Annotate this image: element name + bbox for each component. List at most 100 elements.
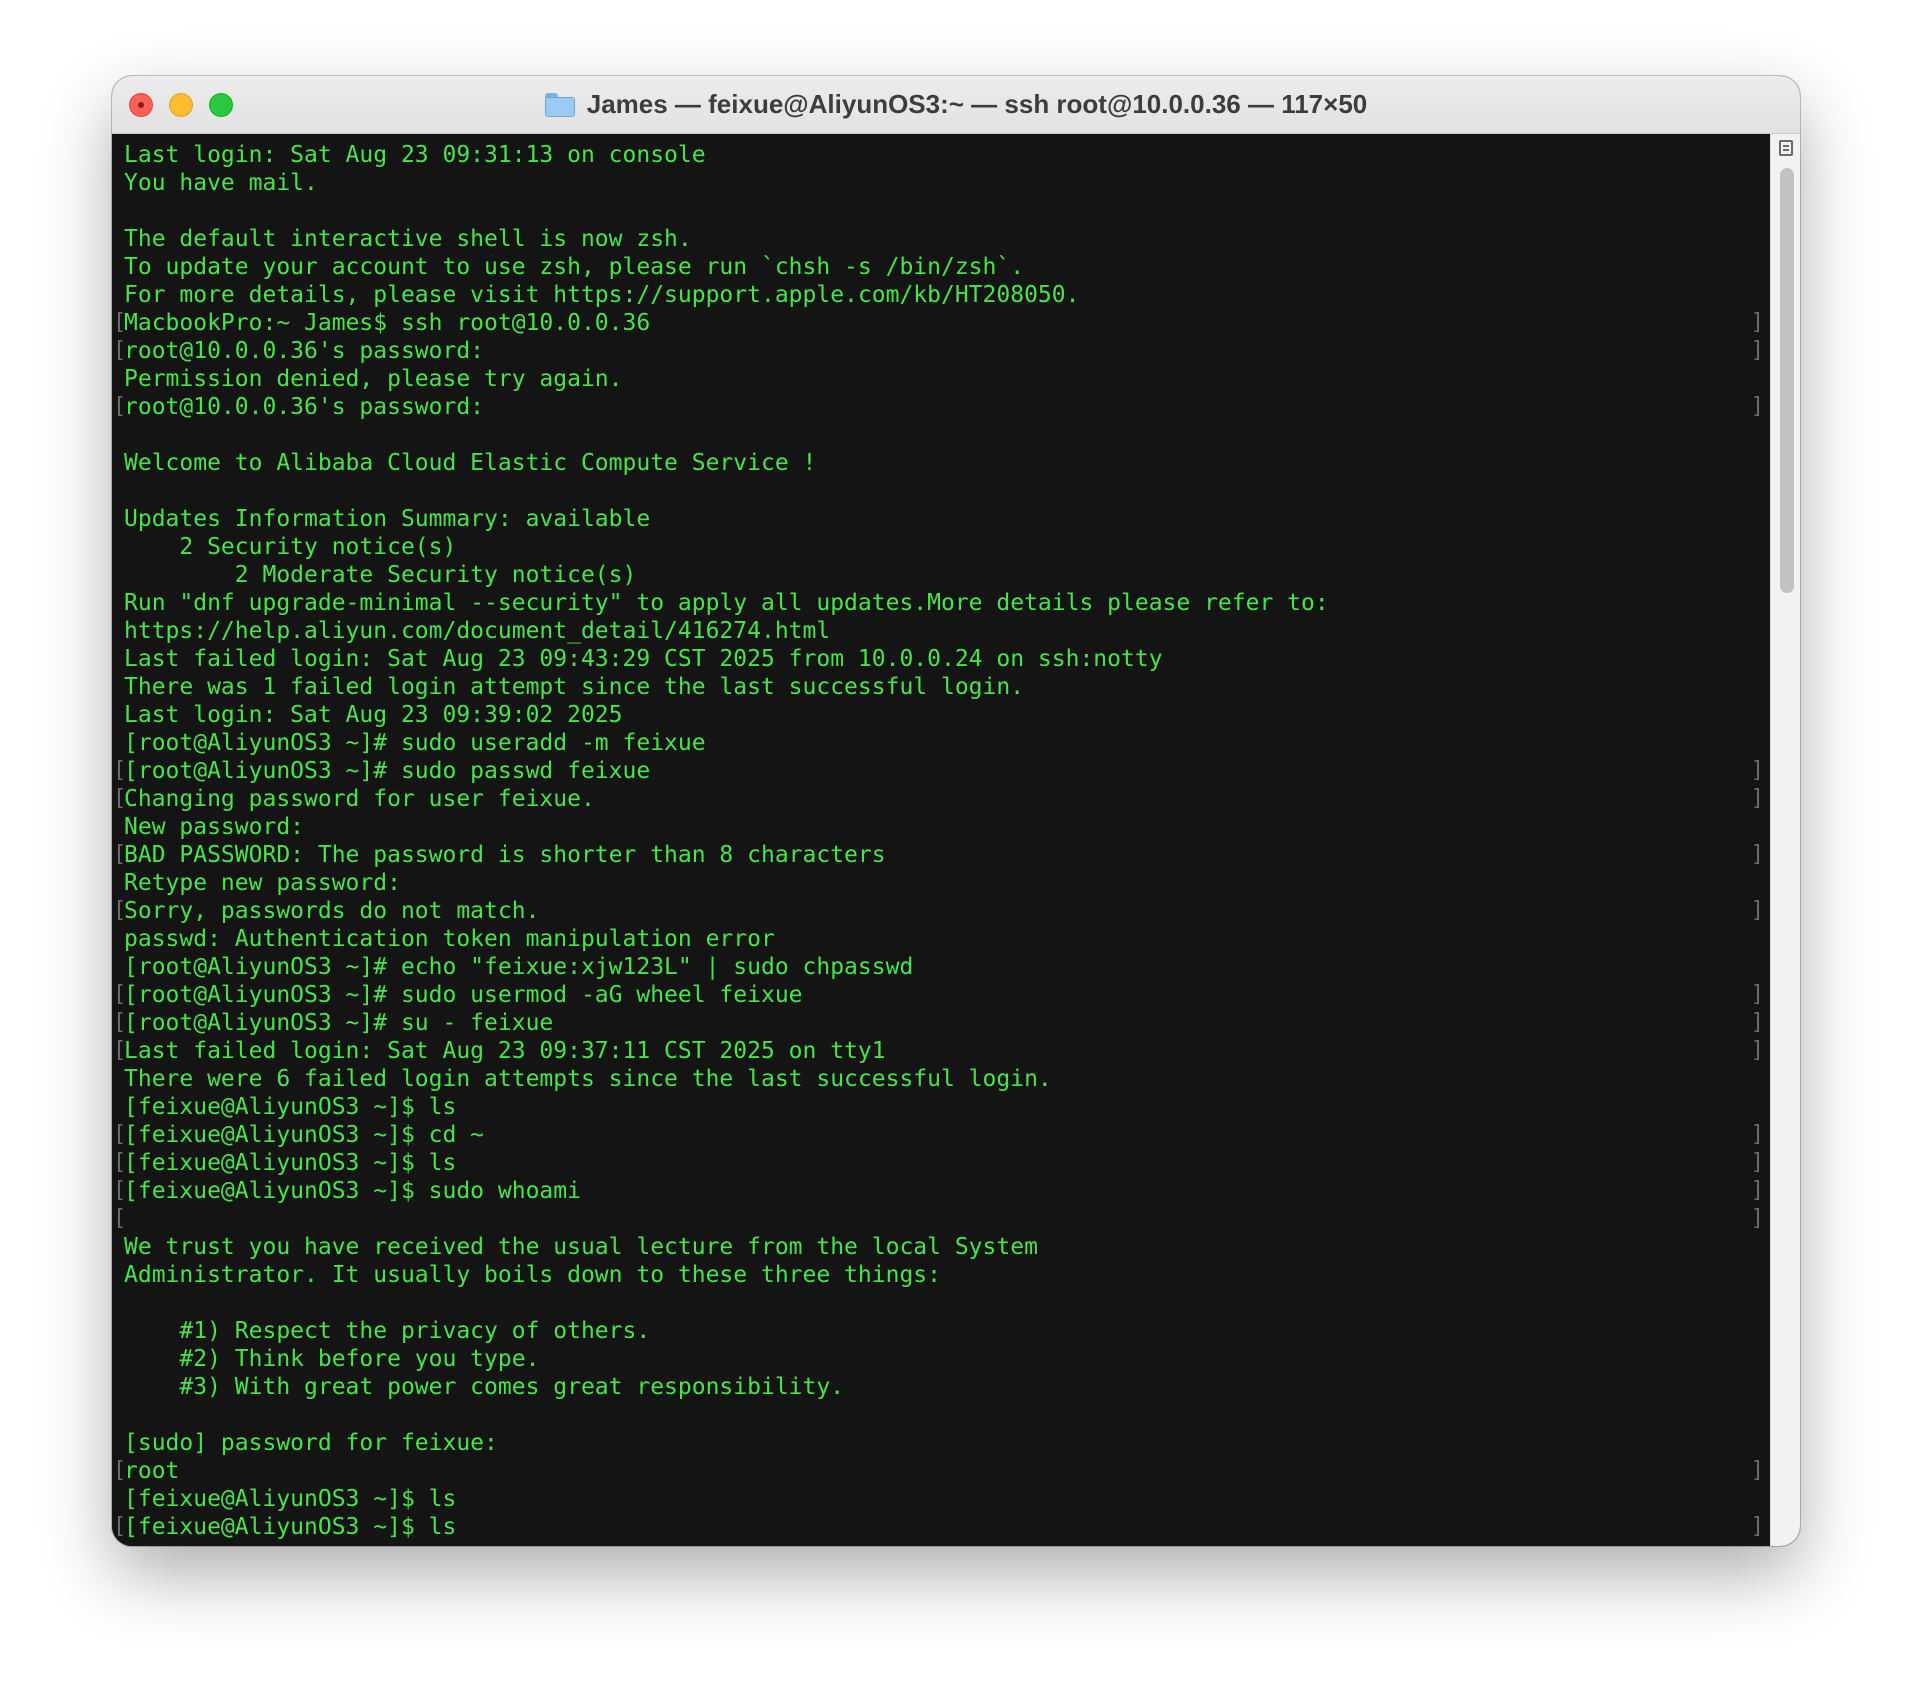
terminal-line-text: Administrator. It usually boils down to … [124,1262,941,1288]
terminal-line: [] [root@AliyunOS3 ~]# sudo usermod -aG w… [113,981,1764,1009]
terminal-line-text: [root@AliyunOS3 ~]# sudo useradd -m feix… [124,730,706,756]
terminal-line-text [122,1290,124,1316]
mark-bracket-left: [ [113,842,127,867]
mark-bracket-right: ] [1750,786,1764,811]
title-bar[interactable]: James — feixue@AliyunOS3:~ — ssh root@10… [112,76,1800,134]
terminal-line: [] [root@AliyunOS3 ~]# sudo passwd feixue [113,757,1764,785]
terminal-line-text: Sorry, passwords do not match. [124,898,540,924]
terminal-line: [] [113,1205,1764,1233]
terminal-line-text: Last failed login: Sat Aug 23 09:43:29 C… [124,646,1163,672]
terminal-line: [root@AliyunOS3 ~]# echo "feixue:xjw123L… [122,953,1764,981]
terminal-line-text: [root@AliyunOS3 ~]# sudo usermod -aG whe… [124,982,803,1008]
terminal-line-text: You have mail. [124,170,318,196]
terminal-line [122,197,1764,225]
mark-bracket-right: ] [1750,982,1764,1007]
terminal-line: [] [root@AliyunOS3 ~]# su - feixue [113,1009,1764,1037]
terminal-line-text: Permission denied, please try again. [124,366,623,392]
terminal-line-text [122,422,124,448]
mark-bracket-right: ] [1750,394,1764,419]
mark-bracket-right: ] [1750,1206,1764,1231]
terminal-line-text: [feixue@AliyunOS3 ~]$ ls [124,1486,457,1512]
terminal-line: passwd: Authentication token manipulatio… [122,925,1764,953]
terminal-line: Permission denied, please try again. [122,365,1764,393]
terminal-line: Last login: Sat Aug 23 09:39:02 2025 [122,701,1764,729]
terminal-window: James — feixue@AliyunOS3:~ — ssh root@10… [112,76,1800,1546]
mark-bracket-right: ] [1750,1458,1764,1483]
terminal-line: Last failed login: Sat Aug 23 09:43:29 C… [122,645,1764,673]
mark-bracket-right: ] [1750,338,1764,363]
terminal-line-text: There was 1 failed login attempt since t… [124,674,1025,700]
terminal-line-text: #2) Think before you type. [124,1346,540,1372]
mark-bracket-right: ] [1750,1178,1764,1203]
terminal-line-text: [root@AliyunOS3 ~]# echo "feixue:xjw123L… [124,954,914,980]
terminal-line-text: Last login: Sat Aug 23 09:31:13 on conso… [124,142,706,168]
mark-bracket-right: ] [1750,758,1764,783]
terminal-line: Run "dnf upgrade-minimal --security" to … [122,589,1764,617]
terminal-line-text: Last failed login: Sat Aug 23 09:37:11 C… [124,1038,886,1064]
terminal-line-text: passwd: Authentication token manipulatio… [124,926,775,952]
mark-bracket-left: [ [113,1178,127,1203]
terminal-line: [] [feixue@AliyunOS3 ~]$ cd ~ [113,1121,1764,1149]
terminal-line [122,421,1764,449]
terminal-line-text: MacbookPro:~ James$ ssh root@10.0.0.36 [124,310,651,336]
terminal-line-text: 2 Moderate Security notice(s) [124,562,637,588]
folder-icon [544,92,575,117]
terminal-output[interactable]: Last login: Sat Aug 23 09:31:13 on conso… [112,134,1770,1546]
terminal-line: [] [feixue@AliyunOS3 ~]$ ls [113,1513,1764,1541]
mark-bracket-left: [ [113,1206,127,1231]
title-group: James — feixue@AliyunOS3:~ — ssh root@10… [112,76,1800,133]
terminal-line: We trust you have received the usual lec… [122,1233,1764,1261]
terminal-lines: Last login: Sat Aug 23 09:31:13 on conso… [113,141,1764,1541]
terminal-line-text: root@10.0.0.36's password: [124,394,485,420]
mark-bracket-right: ] [1750,310,1764,335]
terminal-line-text: To update your account to use zsh, pleas… [124,254,1025,280]
mark-bracket-right: ] [1750,1150,1764,1175]
scrollbar-thumb[interactable] [1780,168,1794,593]
terminal-line: To update your account to use zsh, pleas… [122,253,1764,281]
terminal-line-text: Retype new password: [124,870,401,896]
mark-bracket-left: [ [113,982,127,1007]
terminal-line-text: There were 6 failed login attempts since… [124,1066,1052,1092]
mark-bracket-right: ] [1750,1038,1764,1063]
terminal-line: Updates Information Summary: available [122,505,1764,533]
terminal-line: Welcome to Alibaba Cloud Elastic Compute… [122,449,1764,477]
mark-bracket-left: [ [113,758,127,783]
terminal-line: #2) Think before you type. [122,1345,1764,1373]
terminal-line: [] MacbookPro:~ James$ ssh root@10.0.0.36 [113,309,1764,337]
terminal-line: #3) With great power comes great respons… [122,1373,1764,1401]
mark-bracket-right: ] [1750,1514,1764,1539]
terminal-line: [] root@10.0.0.36's password: [113,393,1764,421]
terminal-line-text: New password: [124,814,305,840]
vertical-scrollbar[interactable] [1770,134,1800,1546]
menu-icon[interactable] [1779,140,1793,156]
mark-bracket-left: [ [113,310,127,335]
terminal-line: Last login: Sat Aug 23 09:31:13 on conso… [122,141,1764,169]
terminal-line: [feixue@AliyunOS3 ~]$ ls [122,1485,1764,1513]
terminal-line: [] root@10.0.0.36's password: [113,337,1764,365]
window-title: James — feixue@AliyunOS3:~ — ssh root@10… [586,89,1368,119]
terminal-line: [root@AliyunOS3 ~]# sudo useradd -m feix… [122,729,1764,757]
mark-bracket-left: [ [113,1038,127,1063]
terminal-line-text: Changing password for user feixue. [124,786,595,812]
mark-bracket-left: [ [113,1458,127,1483]
terminal-line-text: For more details, please visit https://s… [124,282,1080,308]
terminal-line-text: Welcome to Alibaba Cloud Elastic Compute… [124,450,817,476]
terminal-line: The default interactive shell is now zsh… [122,225,1764,253]
terminal-line-text: [sudo] password for feixue: [124,1430,498,1456]
terminal-line: [] [feixue@AliyunOS3 ~]$ ls [113,1149,1764,1177]
terminal-line-text [122,478,124,504]
terminal-line: Retype new password: [122,869,1764,897]
terminal-line: For more details, please visit https://s… [122,281,1764,309]
mark-bracket-right: ] [1750,898,1764,923]
terminal-line-text: [root@AliyunOS3 ~]# su - feixue [124,1010,554,1036]
terminal-line-text: root [124,1458,180,1484]
terminal-line-text [122,1402,124,1428]
terminal-line-text: Updates Information Summary: available [124,506,651,532]
terminal-line [122,1401,1764,1429]
terminal-line: [sudo] password for feixue: [122,1429,1764,1457]
terminal-line-text: Run "dnf upgrade-minimal --security" to … [124,590,1329,616]
terminal-line-text [122,198,124,224]
terminal-line: New password: [122,813,1764,841]
mark-bracket-left: [ [113,394,127,419]
terminal-line-text: 2 Security notice(s) [124,534,457,560]
